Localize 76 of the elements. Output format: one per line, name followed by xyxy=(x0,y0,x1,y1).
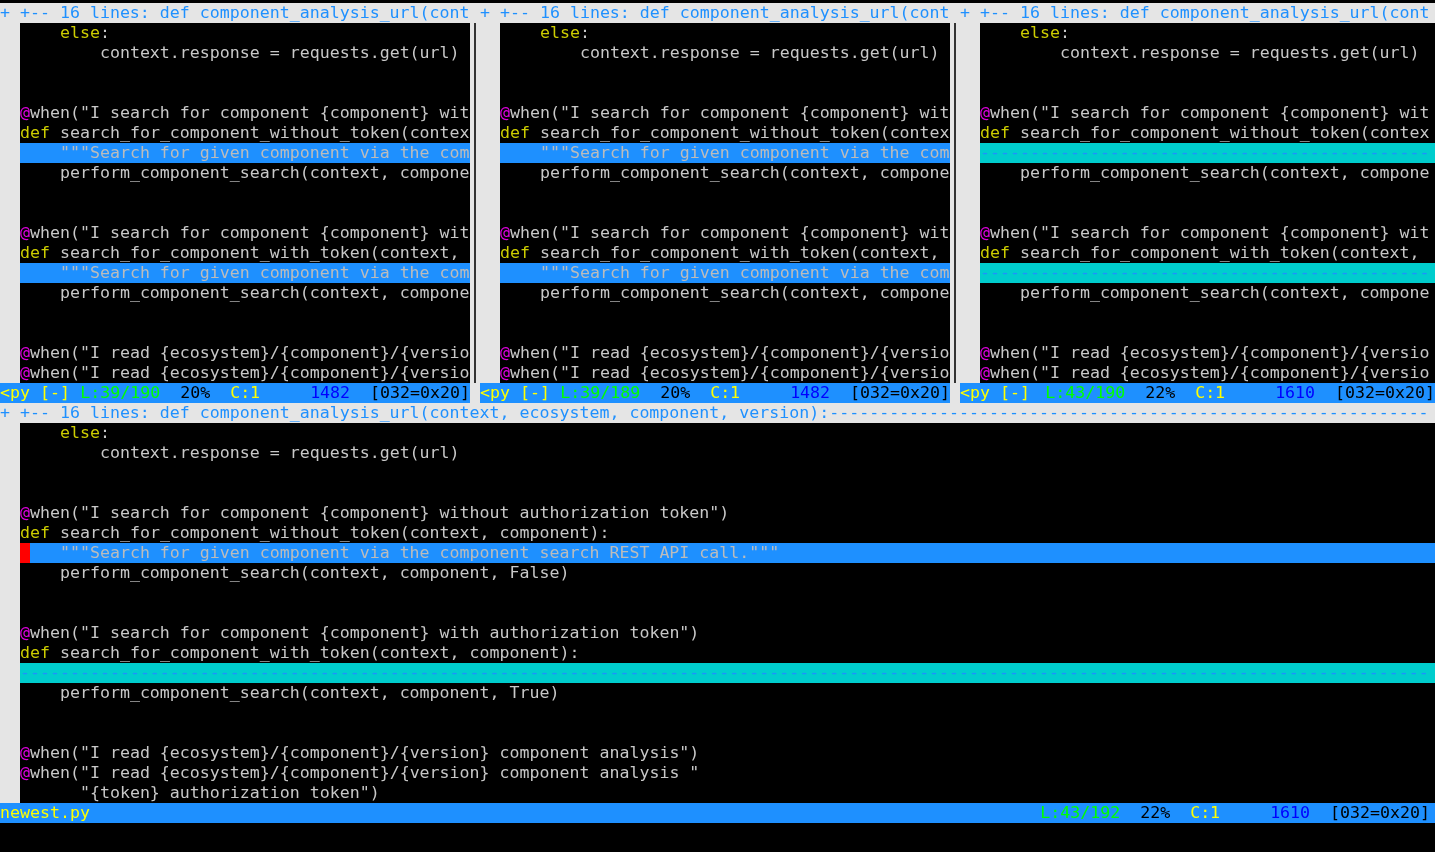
modified-flag-text: [-] xyxy=(40,383,70,403)
scroll-percent: 20% xyxy=(180,383,211,403)
modified-flag-text: [-] xyxy=(1000,383,1030,403)
code-line: else: xyxy=(1018,23,1070,43)
filler-dashes: --------------------------------------------- xyxy=(980,263,1430,283)
docstring-text: """Search for given component via the com xyxy=(58,263,470,283)
code-line: def search_for_component_without_token(contex xyxy=(980,123,1430,143)
file-name: newest.py xyxy=(0,803,90,823)
byte-offset: 1482 xyxy=(310,383,351,403)
column-position: C:1 xyxy=(230,383,261,403)
scroll-percent: 20% xyxy=(660,383,691,403)
code-line: def search_for_component_with_token(context, xyxy=(500,243,941,263)
code-line: perform_component_search(context, compone xyxy=(538,283,950,303)
code-line: @when("I search for component {component} wit xyxy=(980,223,1430,243)
docstring-text: """Search for given component via the com xyxy=(538,143,950,163)
code-line: perform_component_search(context, component, False) xyxy=(58,563,570,583)
char-code: [032=0x20] xyxy=(1335,383,1435,403)
column-position: C:1 xyxy=(1195,383,1226,403)
code-line: @when("I read {ecosystem}/{component}/{version} component analysis") xyxy=(20,743,700,763)
scroll-percent: 22% xyxy=(1140,803,1171,823)
code-line: @when("I search for component {component} wit xyxy=(500,103,950,123)
filetype-label: <py xyxy=(480,383,510,403)
modified-flag-text: [-] xyxy=(520,383,550,403)
code-line: perform_component_search(context, compone xyxy=(1018,283,1430,303)
code-line: @when("I search for component {component} with authorization token") xyxy=(20,623,700,643)
line-position: L:39/190 xyxy=(80,383,161,403)
docstring-text: """Search for given component via the component search REST API call.""" xyxy=(58,543,780,563)
scroll-percent: 22% xyxy=(1145,383,1176,403)
code-line: def search_for_component_without_token(contex xyxy=(20,123,470,143)
filler-dashes: --------------------------------------------------------------------------------------------------------------------------------------------- xyxy=(20,663,1429,683)
char-code: [032=0x20] xyxy=(1330,803,1430,823)
code-line: @when("I search for component {component} wit xyxy=(20,103,470,123)
code-line: @when("I search for component {component} without authorization token") xyxy=(20,503,730,523)
code-line: context.response = requests.get(url) xyxy=(98,443,460,463)
code-line: "{token} authorization token") xyxy=(78,783,380,803)
code-line: context.response = requests.get(url) xyxy=(1058,43,1420,63)
column-position: C:1 xyxy=(710,383,741,403)
code-line: def search_for_component_with_token(context, xyxy=(980,243,1421,263)
byte-offset: 1610 xyxy=(1275,383,1316,403)
code-line: @when("I search for component {component} wit xyxy=(980,103,1430,123)
docstring-text: """Search for given component via the com xyxy=(58,143,470,163)
code-line: perform_component_search(context, compone xyxy=(538,163,950,183)
code-line: @when("I read {ecosystem}/{component}/{version} component analysis " xyxy=(20,763,700,783)
filetype-label: <py xyxy=(0,383,30,403)
code-line: else: xyxy=(58,423,110,443)
code-line: perform_component_search(context, component, True) xyxy=(58,683,560,703)
code-line: context.response = requests.get(url) xyxy=(98,43,460,63)
code-line: else: xyxy=(538,23,590,43)
code-line: @when("I read {ecosystem}/{component}/{versio xyxy=(20,343,470,363)
code-line: @when("I search for component {component} wit xyxy=(20,223,470,243)
filetype-label: <py xyxy=(960,383,990,403)
code-line: @when("I read {ecosystem}/{component}/{versio xyxy=(980,343,1430,363)
code-line: @when("I read {ecosystem}/{component}/{versio xyxy=(500,363,950,383)
column-position: C:1 xyxy=(1190,803,1221,823)
code-line: context.response = requests.get(url) xyxy=(578,43,940,63)
line-position: L:43/192 xyxy=(1040,803,1121,823)
code-line: def search_for_component_without_token(context, component): xyxy=(20,523,610,543)
filler-dashes: --------------------------------------------- xyxy=(980,143,1430,163)
code-line: @when("I read {ecosystem}/{component}/{versio xyxy=(500,343,950,363)
docstring-text: """Search for given component via the com xyxy=(538,263,950,283)
code-line: def search_for_component_without_token(contex xyxy=(500,123,950,143)
code-line: perform_component_search(context, compone xyxy=(1018,163,1430,183)
line-position: L:43/190 xyxy=(1045,383,1126,403)
byte-offset: 1610 xyxy=(1270,803,1311,823)
code-line: @when("I read {ecosystem}/{component}/{versio xyxy=(980,363,1430,383)
line-position: L:39/189 xyxy=(560,383,641,403)
char-code: [032=0x20] xyxy=(370,383,470,403)
code-line: def search_for_component_with_token(context, component): xyxy=(20,643,580,663)
code-line: perform_component_search(context, compone xyxy=(58,163,470,183)
code-line: @when("I read {ecosystem}/{component}/{versio xyxy=(20,363,470,383)
byte-offset: 1482 xyxy=(790,383,831,403)
code-line: @when("I search for component {component} wit xyxy=(500,223,950,243)
code-line: else: xyxy=(58,23,110,43)
char-code: [032=0x20] xyxy=(850,383,950,403)
code-line: def search_for_component_with_token(context, xyxy=(20,243,461,263)
code-line: perform_component_search(context, compone xyxy=(58,283,470,303)
